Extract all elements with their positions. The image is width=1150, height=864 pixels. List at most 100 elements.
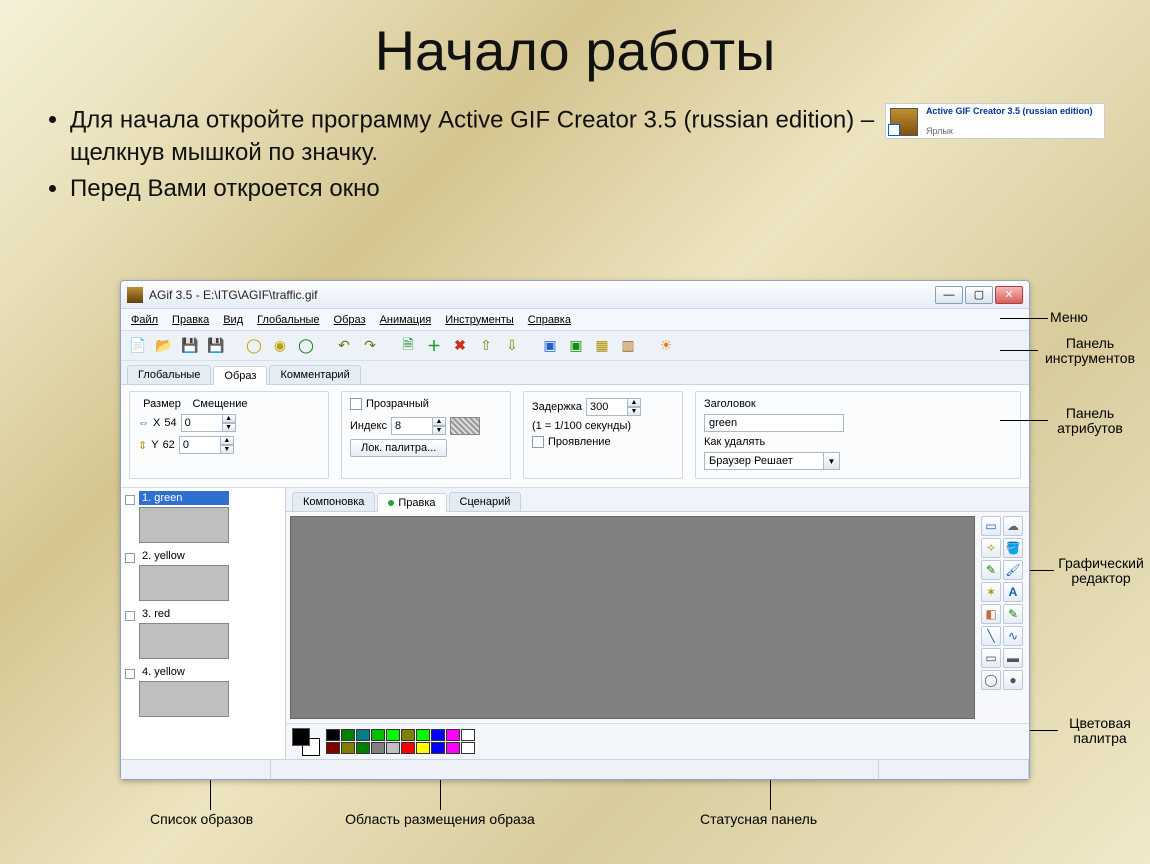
menu-global[interactable]: Глобальные [257,314,319,326]
frame-title-input[interactable] [704,414,844,432]
color-swatch[interactable] [326,729,340,741]
frame-item[interactable]: 3. red [121,604,285,662]
maximize-button[interactable]: ▢ [965,286,993,304]
moveup-icon[interactable]: ⇧ [475,335,497,357]
color-swatch[interactable] [461,729,475,741]
pattern-swatch[interactable] [450,417,480,435]
frame-thumbnail[interactable] [139,507,229,543]
save-icon[interactable]: 💾 [179,335,201,357]
x-offset-input[interactable] [181,414,223,432]
tab-script[interactable]: Сценарий [449,492,522,511]
add-icon[interactable]: ＋ [423,335,445,357]
circle1-icon[interactable]: ◯ [243,335,265,357]
color-swatch[interactable] [356,742,370,754]
delay-spin[interactable]: ▲▼ [586,398,641,416]
circle2-icon[interactable]: ◉ [269,335,291,357]
rect-icon[interactable]: ▭ [981,648,1001,668]
preview-icon[interactable]: ▣ [539,335,561,357]
frame-item[interactable]: 2. yellow [121,546,285,604]
interlace-checkbox[interactable] [532,436,544,448]
browser-icon[interactable]: ▣ [565,335,587,357]
color-swatch[interactable] [446,729,460,741]
minimize-button[interactable]: — [935,286,963,304]
color-swatch[interactable] [401,729,415,741]
color-swatch[interactable] [461,742,475,754]
fg-bg-swatch[interactable] [292,728,320,756]
new-icon[interactable]: 📄 [127,335,149,357]
color-swatch[interactable] [326,742,340,754]
open-icon[interactable]: 📂 [153,335,175,357]
color-swatch[interactable] [431,729,445,741]
frame-item[interactable]: 1. green [121,488,285,546]
frame-checkbox[interactable] [125,611,135,621]
close-button[interactable]: ✕ [995,286,1023,304]
text-icon[interactable]: A [1003,582,1023,602]
canvas[interactable] [290,516,975,719]
addfile-icon[interactable]: 🗎 [397,335,419,357]
color-swatch[interactable] [371,729,385,741]
disposal-combo[interactable]: ▼ [704,452,840,470]
spray-icon[interactable]: ✶ [981,582,1001,602]
index-spin[interactable]: ▲▼ [391,417,446,435]
tab-layout[interactable]: Компоновка [292,492,375,511]
frame-icon[interactable]: ▥ [617,335,639,357]
menu-anim[interactable]: Анимация [380,314,432,326]
color-swatch[interactable] [416,742,430,754]
y-offset-input[interactable] [179,436,221,454]
picker-icon[interactable]: ✎ [1003,604,1023,624]
menu-image[interactable]: Образ [334,314,366,326]
frame-checkbox[interactable] [125,669,135,679]
color-swatch[interactable] [401,742,415,754]
color-swatch[interactable] [386,742,400,754]
color-swatch[interactable] [341,729,355,741]
frame-list[interactable]: 1. green 2. yellow 3. red [121,488,286,759]
select-rect-icon[interactable]: ▭ [981,516,1001,536]
titlebar[interactable]: AGif 3.5 - E:\ITG\AGIF\traffic.gif — ▢ ✕ [121,281,1029,309]
circle3-icon[interactable]: ◯ [295,335,317,357]
menu-tools[interactable]: Инструменты [445,314,514,326]
color-swatch[interactable] [371,742,385,754]
tab-comment[interactable]: Комментарий [269,365,360,384]
movedown-icon[interactable]: ⇩ [501,335,523,357]
filled-ellipse-icon[interactable]: ● [1003,670,1023,690]
saveas-icon[interactable]: 💾 [205,335,227,357]
transparent-checkbox[interactable] [350,398,362,410]
tab-edit[interactable]: Правка [377,493,446,512]
frame-item[interactable]: 4. yellow [121,662,285,720]
tab-image[interactable]: Образ [213,366,267,385]
color-swatch[interactable] [431,742,445,754]
local-palette-button[interactable]: Лок. палитра... [350,439,447,457]
eraser-icon[interactable]: ◧ [981,604,1001,624]
color-swatch[interactable] [341,742,355,754]
fg-color[interactable] [292,728,310,746]
x-offset-spin[interactable]: ▲▼ [181,414,236,432]
menu-view[interactable]: Вид [223,314,243,326]
y-offset-spin[interactable]: ▲▼ [179,436,234,454]
frame-checkbox[interactable] [125,495,135,505]
ellipse-icon[interactable]: ◯ [981,670,1001,690]
frame-thumbnail[interactable] [139,565,229,601]
index-input[interactable] [391,417,433,435]
chevron-down-icon[interactable]: ▼ [824,452,840,470]
line-icon[interactable]: ╲ [981,626,1001,646]
lasso-icon[interactable]: ☁ [1003,516,1023,536]
tile-icon[interactable]: ▦ [591,335,613,357]
disposal-value[interactable] [704,452,824,470]
delete-icon[interactable]: ✖ [449,335,471,357]
pencil-icon[interactable]: ✎ [981,560,1001,580]
brush-icon[interactable]: 🖌 [1003,560,1023,580]
menu-help[interactable]: Справка [528,314,571,326]
frame-checkbox[interactable] [125,553,135,563]
wand-icon[interactable]: ✧ [981,538,1001,558]
frame-thumbnail[interactable] [139,681,229,717]
curve-icon[interactable]: ∿ [1003,626,1023,646]
color-swatch[interactable] [386,729,400,741]
sun-icon[interactable]: ☀ [655,335,677,357]
filled-rect-icon[interactable]: ▬ [1003,648,1023,668]
tab-global[interactable]: Глобальные [127,365,211,384]
color-swatch[interactable] [416,729,430,741]
fill-icon[interactable]: 🪣 [1003,538,1023,558]
delay-input[interactable] [586,398,628,416]
color-swatch[interactable] [446,742,460,754]
redo-icon[interactable]: ↷ [359,335,381,357]
